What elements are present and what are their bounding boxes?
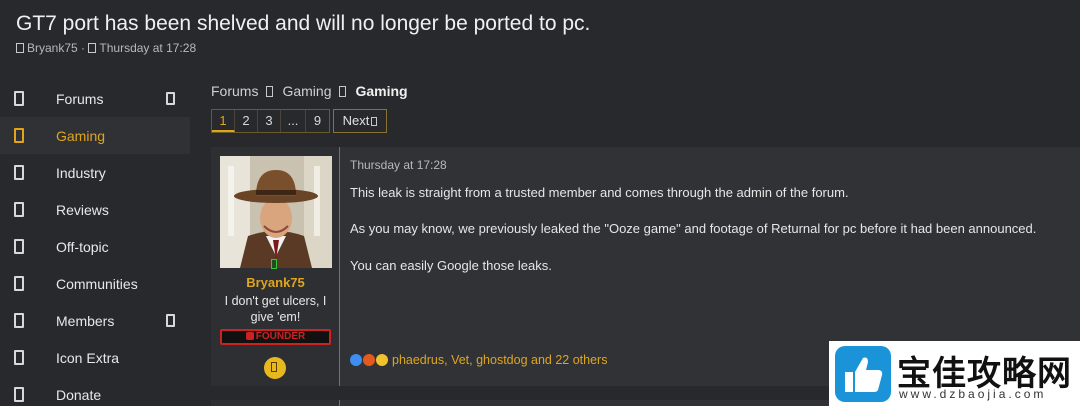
post-username[interactable]: Bryank75 <box>211 275 340 290</box>
thumbs-up-logo-icon <box>835 346 891 402</box>
user-icon <box>16 43 24 53</box>
user-title: I don't get ulcers, I give 'em! <box>224 294 327 324</box>
sidebar-item-label: Industry <box>56 165 106 181</box>
founder-badge: FOUNDER <box>220 329 331 345</box>
communities-icon <box>14 276 24 291</box>
like-reaction-icon <box>350 354 362 366</box>
page-link[interactable]: 9 <box>306 110 329 132</box>
next-page-button[interactable]: Next <box>333 109 387 133</box>
next-post-user-column <box>211 400 340 406</box>
industry-icon <box>14 165 24 180</box>
page-link[interactable]: 3 <box>258 110 281 132</box>
meta-separator: · <box>81 41 89 55</box>
sidebar-item-label: Forums <box>56 91 104 107</box>
thread-meta: Bryank75 · Thursday at 17:28 <box>16 41 196 55</box>
haha-reaction-icon <box>376 354 388 366</box>
off-topic-icon <box>14 239 24 254</box>
sidebar-item-industry[interactable]: Industry <box>0 154 190 191</box>
sidebar-item-label: Communities <box>56 276 138 292</box>
fire-reaction-icon <box>363 354 375 366</box>
watermark-banner: 宝佳攻略网 www.dzbaojia.com <box>829 341 1080 406</box>
breadcrumb-item[interactable]: Gaming <box>282 83 331 99</box>
breadcrumb-item[interactable]: Forums <box>211 83 258 99</box>
post-user-column: Bryank75 I don't get ulcers, I give 'em!… <box>211 147 340 386</box>
sidebar-item-icon-extra[interactable]: Icon Extra <box>0 339 190 376</box>
post-paragraph: This leak is straight from a trusted mem… <box>350 185 849 200</box>
avatar-image <box>220 156 332 268</box>
online-indicator-icon <box>271 259 277 269</box>
clock-icon <box>88 43 97 53</box>
breadcrumb-current[interactable]: Gaming <box>355 83 407 99</box>
sidebar-item-off-topic[interactable]: Off-topic <box>0 228 190 265</box>
page-link[interactable]: 2 <box>235 110 258 132</box>
members-icon <box>14 313 24 328</box>
donate-icon <box>14 387 24 402</box>
post-timestamp[interactable]: Thursday at 17:28 <box>350 158 447 172</box>
thread-date[interactable]: Thursday at 17:28 <box>99 41 196 55</box>
thread-header: GT7 port has been shelved and will no lo… <box>0 0 1080 62</box>
founder-logo-icon <box>245 332 254 340</box>
sidebar: Forums Gaming Industry Reviews Off-topic… <box>0 80 190 406</box>
chevron-right-icon <box>339 86 347 97</box>
sidebar-item-forums[interactable]: Forums <box>0 80 190 117</box>
sidebar-item-label: Donate <box>56 387 102 403</box>
expand-toggle-icon[interactable] <box>166 314 175 327</box>
chevron-right-icon <box>266 86 274 97</box>
sidebar-item-communities[interactable]: Communities <box>0 265 190 302</box>
sidebar-item-label: Gaming <box>56 128 106 144</box>
rank-badge[interactable] <box>264 357 286 379</box>
page-jump[interactable]: ... <box>281 110 306 132</box>
pagination: 1 2 3 ... 9 <box>211 109 330 133</box>
sidebar-item-members[interactable]: Members <box>0 302 190 339</box>
expand-toggle-icon[interactable] <box>166 92 175 105</box>
next-label: Next <box>342 113 370 128</box>
gamepad-icon <box>14 128 24 143</box>
post-paragraph: You can easily Google those leaks. <box>350 258 552 273</box>
sidebar-item-gaming[interactable]: Gaming <box>0 117 190 154</box>
reactions-bar[interactable]: phaedrus, Vet, ghostdog and 22 others <box>350 353 607 367</box>
sidebar-item-donate[interactable]: Donate <box>0 376 190 406</box>
sidebar-item-label: Icon Extra <box>56 350 120 366</box>
avatar[interactable] <box>220 156 332 268</box>
sidebar-item-label: Members <box>56 313 115 329</box>
breadcrumb: Forums Gaming Gaming <box>211 83 408 99</box>
trophy-icon <box>271 362 277 372</box>
reaction-users[interactable]: phaedrus, Vet, ghostdog and 22 others <box>392 353 607 367</box>
chevron-right-icon <box>371 117 378 126</box>
page-link[interactable]: 1 <box>212 110 235 132</box>
sidebar-item-reviews[interactable]: Reviews <box>0 191 190 228</box>
post-paragraph: As you may know, we previously leaked th… <box>350 221 1037 236</box>
reviews-icon <box>14 202 24 217</box>
icon-extra-icon <box>14 350 24 365</box>
sidebar-item-label: Reviews <box>56 202 109 218</box>
watermark-url: www.dzbaojia.com <box>899 387 1047 401</box>
thread-author[interactable]: Bryank75 <box>27 41 78 55</box>
forums-icon <box>14 91 24 106</box>
thread-title: GT7 port has been shelved and will no lo… <box>16 12 591 35</box>
founder-badge-label: FOUNDER <box>255 331 306 342</box>
sidebar-item-label: Off-topic <box>56 239 109 255</box>
